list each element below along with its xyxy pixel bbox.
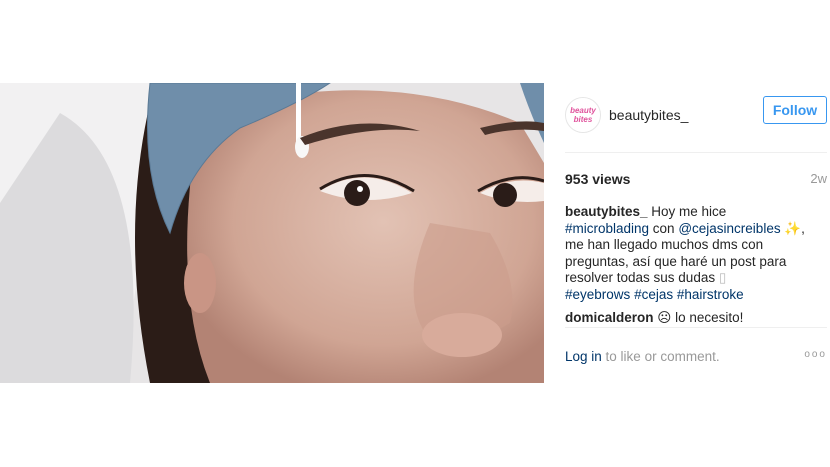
view-count: 953 views — [565, 171, 631, 187]
hashtag-microblading[interactable]: #microblading — [565, 221, 649, 236]
selfie-image — [0, 83, 544, 383]
post-photo[interactable] — [0, 83, 544, 383]
hashtag-hairstroke[interactable]: #hairstroke — [677, 287, 744, 302]
header-username[interactable]: beautybites_ — [609, 107, 688, 123]
frown-emoji-icon: ☹ — [657, 310, 672, 325]
more-options-icon[interactable]: ooo — [804, 349, 827, 360]
avatar-logo: beauty bites — [566, 98, 600, 132]
login-text: to like or comment. — [601, 349, 720, 364]
divider — [565, 152, 827, 153]
caption-text: me han llegado muchos dms con preguntas,… — [565, 237, 787, 285]
svg-text:bites: bites — [574, 115, 593, 124]
sparkle-emoji: ✨, — [780, 220, 805, 236]
comment-text: lo necesito! — [675, 310, 744, 325]
hashtag-cejas[interactable]: #cejas — [634, 287, 673, 302]
post-time[interactable]: 2w — [810, 171, 827, 186]
svg-text:beauty: beauty — [570, 106, 596, 115]
hashtag-eyebrows[interactable]: #eyebrows — [565, 287, 630, 302]
post-header: beauty bites beautybites_ Follow — [565, 96, 827, 137]
comment: domicalderon ☹ lo necesito! — [565, 310, 825, 326]
login-link[interactable]: Log in — [565, 349, 602, 364]
caption-text: Hoy me hice — [647, 204, 727, 219]
caption-text: con — [649, 220, 679, 236]
mention-link[interactable]: @cejasincreibles — [678, 221, 780, 236]
post-caption: beautybites_ Hoy me hice #microblading c… — [565, 204, 805, 303]
caption-username[interactable]: beautybites_ — [565, 204, 648, 219]
login-prompt: Log in to like or comment. — [565, 349, 720, 364]
missing-glyph: ▯ — [718, 270, 727, 285]
avatar[interactable]: beauty bites — [565, 97, 601, 133]
divider — [565, 327, 827, 328]
follow-button[interactable]: Follow — [763, 96, 827, 124]
post-sidebar: beauty bites beautybites_ Follow 953 vie… — [555, 83, 830, 383]
comment-username[interactable]: domicalderon — [565, 310, 654, 325]
